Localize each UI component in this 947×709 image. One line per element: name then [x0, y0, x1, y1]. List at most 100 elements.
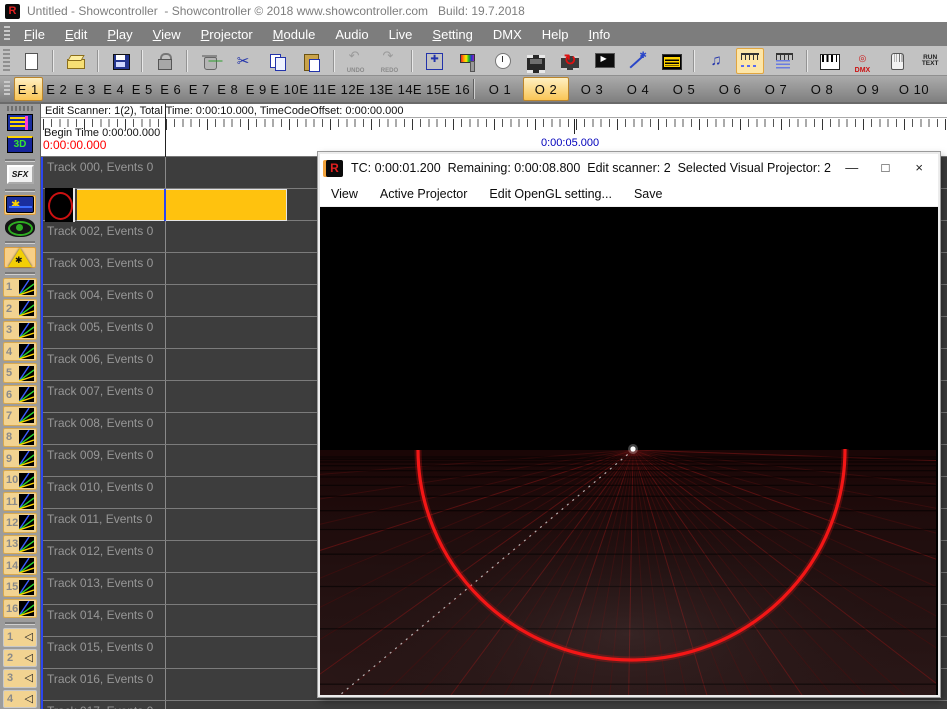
- return-3-button[interactable]: 3◁: [3, 669, 37, 687]
- tab-o2[interactable]: O 2: [523, 77, 569, 101]
- menu-info[interactable]: Info: [579, 25, 621, 44]
- sfx-button[interactable]: SFX: [4, 165, 36, 185]
- minimize-button[interactable]: —: [839, 156, 865, 180]
- tab-o1[interactable]: O 1: [477, 77, 523, 101]
- filmstrip-icon[interactable]: [522, 48, 550, 74]
- tab-e3[interactable]: E 3: [71, 77, 100, 101]
- laser-channel-3-button[interactable]: 3: [3, 321, 37, 340]
- laser-channel-9-button[interactable]: 9: [3, 449, 37, 468]
- preview-window-titlebar[interactable]: R TC: 0:00:01.200 Remaining: 0:00:08.800…: [320, 154, 938, 182]
- cut-icon[interactable]: ✂: [229, 48, 257, 74]
- open-folder-icon[interactable]: [61, 48, 89, 74]
- laser-channel-7-button[interactable]: 7: [3, 406, 37, 425]
- laser-channel-14-button[interactable]: 14: [3, 556, 37, 575]
- menu-dmx[interactable]: DMX: [483, 25, 532, 44]
- opengl-preview-canvas[interactable]: [320, 207, 938, 695]
- maximize-button[interactable]: □: [873, 156, 899, 180]
- tab-e4[interactable]: E 4: [100, 77, 129, 101]
- return-4-button[interactable]: 4◁: [3, 690, 37, 708]
- sidebar-grip[interactable]: [7, 106, 33, 111]
- menu-help[interactable]: Help: [532, 25, 579, 44]
- tab-e2[interactable]: E 2: [43, 77, 72, 101]
- tab-e8[interactable]: E 8: [214, 77, 243, 101]
- play-preview-icon[interactable]: [590, 48, 618, 74]
- tab-o8[interactable]: O 8: [799, 77, 845, 101]
- lock-icon[interactable]: [150, 48, 178, 74]
- preview-menu-edit-opengl-setting[interactable]: Edit OpenGL setting...: [478, 185, 623, 203]
- tab-o5[interactable]: O 5: [661, 77, 707, 101]
- tab-e15[interactable]: E 15: [413, 77, 442, 101]
- music-notes-icon[interactable]: ♫: [702, 48, 730, 74]
- menu-module[interactable]: Module: [263, 25, 326, 44]
- laser-warning-button[interactable]: [4, 247, 36, 268]
- menu-view[interactable]: View: [143, 25, 191, 44]
- menu-edit[interactable]: Edit: [55, 25, 97, 44]
- laser-channel-13-button[interactable]: 13: [3, 535, 37, 554]
- redo-icon[interactable]: REDO: [376, 48, 404, 74]
- tab-e11[interactable]: E 11: [299, 77, 328, 101]
- tab-o10[interactable]: O 10: [891, 77, 937, 101]
- copy-icon[interactable]: [263, 48, 291, 74]
- laser-channel-4-button[interactable]: 4: [3, 342, 37, 361]
- laser-keyboard-icon[interactable]: [657, 48, 685, 74]
- menu-play[interactable]: Play: [97, 25, 142, 44]
- tab-e6[interactable]: E 6: [157, 77, 186, 101]
- tab-e9[interactable]: E 9: [242, 77, 271, 101]
- laser-channel-6-button[interactable]: 6: [3, 385, 37, 404]
- timeline-list-icon[interactable]: [770, 48, 798, 74]
- new-document-icon[interactable]: [16, 48, 44, 74]
- bezier-draw-icon[interactable]: [623, 48, 651, 74]
- menu-setting[interactable]: Setting: [422, 25, 482, 44]
- run-text-icon[interactable]: RUN TEXT: [916, 48, 944, 74]
- tab-o6[interactable]: O 6: [707, 77, 753, 101]
- menu-live[interactable]: Live: [379, 25, 423, 44]
- piano-keys-icon[interactable]: [815, 48, 843, 74]
- laser-channel-12-button[interactable]: 12: [3, 513, 37, 532]
- event-thumbnail-red-circle[interactable]: [45, 188, 75, 222]
- paint-roller-icon[interactable]: [454, 48, 482, 74]
- paste-icon[interactable]: [297, 48, 325, 74]
- timeline-editor-button[interactable]: [4, 113, 36, 133]
- preview-menu-active-projector[interactable]: Active Projector: [369, 185, 479, 203]
- return-2-button[interactable]: 2◁: [3, 649, 37, 667]
- menubar-grip[interactable]: [4, 26, 10, 42]
- laser-channel-5-button[interactable]: 5: [3, 363, 37, 382]
- dmx-icon[interactable]: DMX: [849, 48, 877, 74]
- undo-icon[interactable]: UNDO: [342, 48, 370, 74]
- preview-menu-view[interactable]: View: [320, 185, 369, 203]
- laser-channel-2-button[interactable]: 2: [3, 299, 37, 318]
- view-3d-button[interactable]: 3D: [4, 135, 36, 155]
- timeline-ruler-icon[interactable]: [736, 48, 764, 74]
- clock-icon[interactable]: [488, 48, 516, 74]
- laser-channel-10-button[interactable]: 10: [3, 470, 37, 489]
- loop-animation-icon[interactable]: [556, 48, 584, 74]
- tabrow-grip[interactable]: [4, 81, 10, 97]
- tab-o4[interactable]: O 4: [615, 77, 661, 101]
- laser-channel-11-button[interactable]: 11: [3, 492, 37, 511]
- tab-o9[interactable]: O 9: [845, 77, 891, 101]
- tab-e12[interactable]: E 12: [328, 77, 357, 101]
- delete-icon[interactable]: [195, 48, 223, 74]
- header-timeline-divider[interactable]: [165, 104, 166, 157]
- hand-icon[interactable]: [882, 48, 910, 74]
- tab-o7[interactable]: O 7: [753, 77, 799, 101]
- laser-channel-16-button[interactable]: 16: [3, 599, 37, 618]
- laser-channel-1-button[interactable]: 1: [3, 278, 37, 297]
- tab-e16[interactable]: E 16: [442, 77, 471, 101]
- laser-channel-8-button[interactable]: 8: [3, 428, 37, 447]
- track-row-017[interactable]: Track 017, Events 0: [43, 701, 947, 709]
- close-button[interactable]: ×: [906, 156, 932, 180]
- menu-file[interactable]: File: [14, 25, 55, 44]
- preview-menu-save[interactable]: Save: [623, 185, 674, 203]
- tab-e10[interactable]: E 10: [271, 77, 300, 101]
- return-1-button[interactable]: 1◁: [3, 628, 37, 646]
- toolbar-grip[interactable]: [3, 49, 10, 73]
- tab-o3[interactable]: O 3: [569, 77, 615, 101]
- save-icon[interactable]: [106, 48, 134, 74]
- laser-event-bar[interactable]: [77, 189, 287, 221]
- laser-channel-15-button[interactable]: 15: [3, 577, 37, 596]
- tab-e13[interactable]: E 13: [356, 77, 385, 101]
- preview-eye-button[interactable]: [4, 217, 36, 237]
- center-select-icon[interactable]: [420, 48, 448, 74]
- tab-e14[interactable]: E 14: [385, 77, 414, 101]
